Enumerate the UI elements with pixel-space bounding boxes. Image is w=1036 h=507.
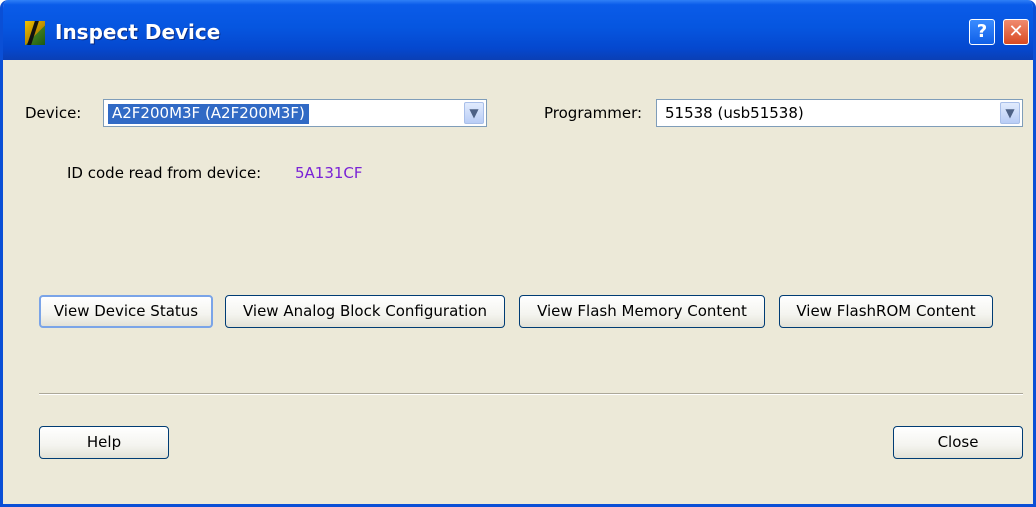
device-selected-value: A2F200M3F (A2F200M3F) [108, 104, 309, 124]
chevron-down-icon[interactable]: ▼ [464, 102, 484, 124]
separator [39, 393, 1023, 395]
help-button[interactable]: Help [39, 426, 169, 459]
close-button[interactable]: Close [893, 426, 1023, 459]
device-dropdown[interactable]: A2F200M3F (A2F200M3F) ▼ [103, 99, 487, 127]
id-code-label: ID code read from device: [67, 164, 262, 182]
device-label: Device: [25, 104, 82, 122]
close-icon[interactable]: ✕ [1003, 19, 1029, 45]
title-bar[interactable]: Inspect Device ? ✕ [3, 0, 1033, 60]
help-icon[interactable]: ? [969, 19, 995, 45]
programmer-label: Programmer: [544, 104, 643, 122]
chevron-down-icon[interactable]: ▼ [1000, 102, 1020, 124]
view-analog-block-configuration-button[interactable]: View Analog Block Configuration [225, 295, 505, 328]
view-device-status-button[interactable]: View Device Status [39, 295, 213, 328]
dialog-body: Device: A2F200M3F (A2F200M3F) ▼ Programm… [3, 60, 1033, 504]
inspect-device-dialog: Inspect Device ? ✕ Device: A2F200M3F (A2… [0, 0, 1036, 507]
id-code-value: 5A131CF [295, 164, 363, 182]
view-flash-memory-content-button[interactable]: View Flash Memory Content [519, 295, 765, 328]
view-flashrom-content-button[interactable]: View FlashROM Content [779, 295, 993, 328]
actel-logo-icon [25, 21, 45, 45]
programmer-dropdown[interactable]: 51538 (usb51538) ▼ [656, 99, 1023, 127]
window-title: Inspect Device [55, 20, 221, 44]
programmer-selected-value: 51538 (usb51538) [665, 104, 804, 122]
